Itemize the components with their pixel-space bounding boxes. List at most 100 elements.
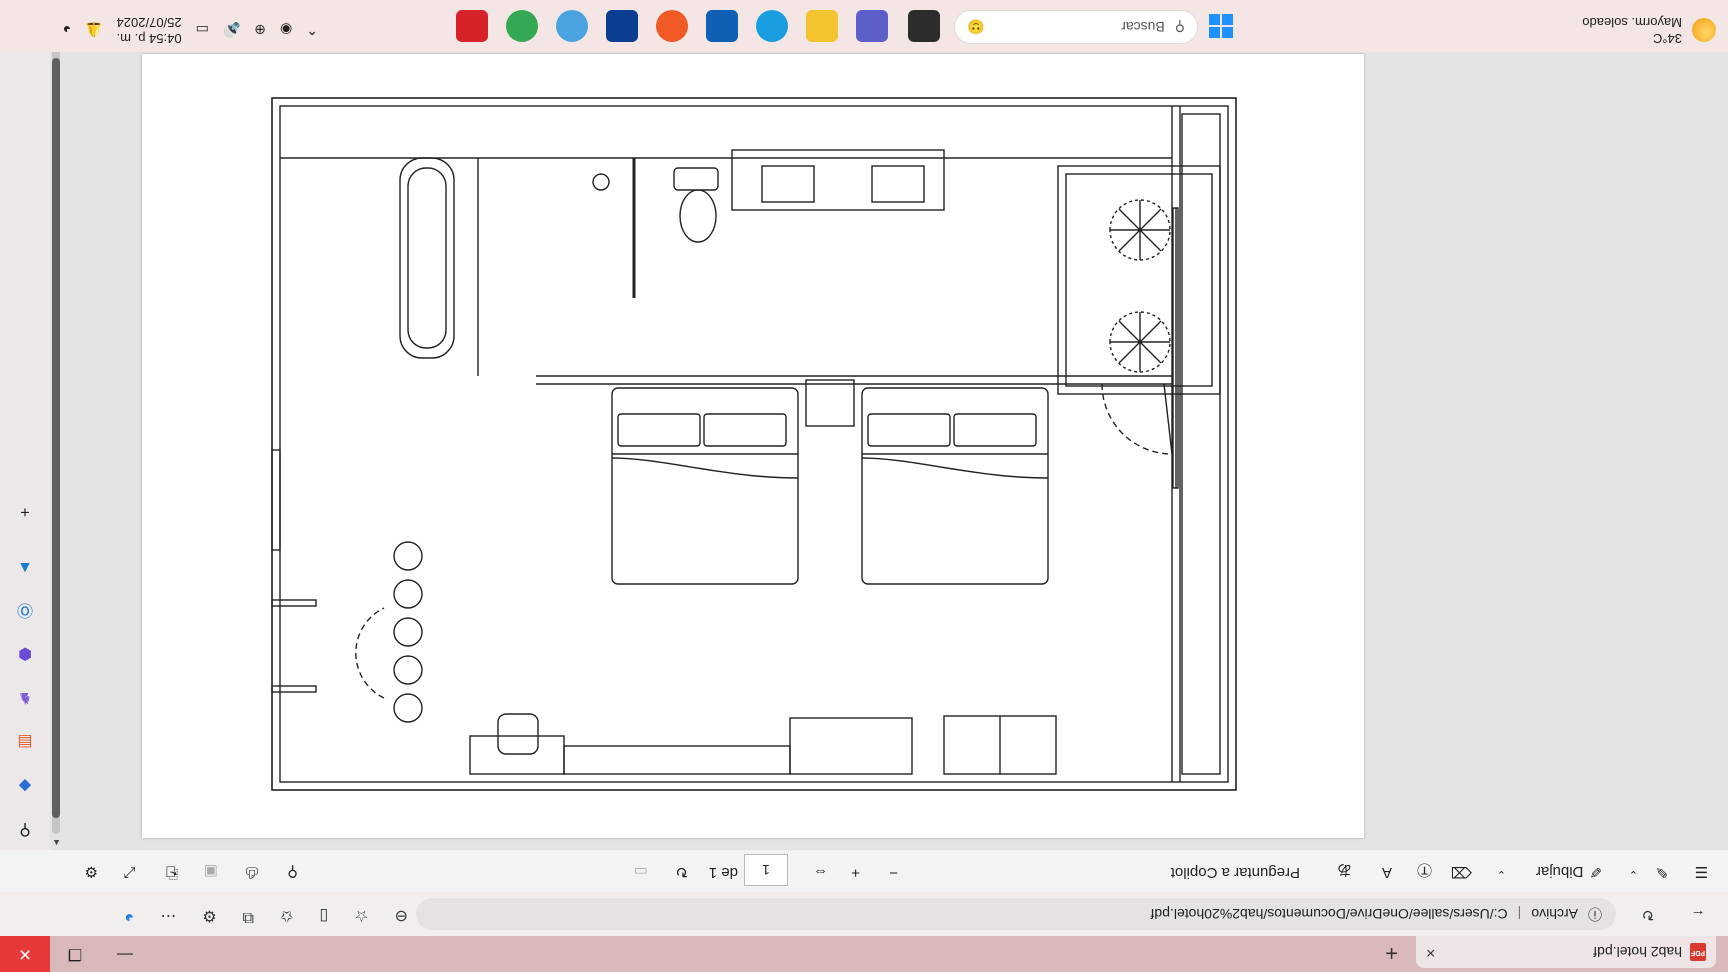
erase-icon[interactable]: ⌫ (1451, 863, 1472, 881)
tab-close-button[interactable]: × (1426, 943, 1435, 961)
app-files-icon[interactable] (806, 10, 838, 42)
tray-language-icon[interactable]: ⊕ (254, 22, 266, 39)
save-icon[interactable]: ▣ (204, 863, 218, 881)
pdf-file-icon: PDF (1690, 943, 1706, 961)
info-icon[interactable]: ⓘ (1588, 904, 1602, 924)
clock-date: 25/07/2024 (116, 15, 182, 30)
app-chrome-profile-icon[interactable] (506, 10, 538, 42)
search-placeholder: Buscar (1121, 19, 1165, 35)
pillow (617, 413, 701, 447)
tools-icon[interactable]: ▤ (12, 728, 38, 754)
notification-bell-icon[interactable]: 🔔 (85, 22, 102, 39)
app-teams-icon[interactable] (856, 10, 888, 42)
read-aloud-icon[interactable]: A (1382, 864, 1392, 881)
address-url: C:/Users/sallee/OneDrive/Documentos/hab2… (1150, 906, 1508, 922)
close-window-button[interactable]: ✕ (0, 936, 50, 972)
start-button[interactable] (1209, 14, 1233, 38)
tray-battery-icon[interactable]: ▭ (196, 22, 209, 39)
pillow (867, 413, 951, 447)
page-view-icon[interactable]: ▭ (634, 863, 648, 881)
vertical-scrollbar[interactable]: ▲ ▼ (50, 2, 62, 848)
highlight-dropdown-icon[interactable]: ⌄ (1629, 868, 1638, 881)
app-edge-icon[interactable] (756, 10, 788, 42)
tray-eye-icon[interactable]: ◉ (280, 22, 292, 39)
pillow (703, 413, 787, 447)
drop-icon[interactable]: ▲ (12, 554, 38, 580)
app-ps-icon[interactable] (606, 10, 638, 42)
pdf-settings-icon[interactable]: ⚙ (85, 863, 98, 881)
print-icon[interactable]: ⎙ (246, 864, 258, 881)
minimize-button[interactable]: — (100, 936, 150, 972)
m365-icon[interactable]: ⬢ (12, 640, 38, 666)
app-store-icon[interactable] (706, 10, 738, 42)
tray-chevron-icon[interactable]: ⌃ (306, 22, 318, 39)
new-tab-button[interactable]: + (1385, 940, 1398, 966)
tab-title: hab2 hotel.pdf (1593, 944, 1682, 960)
add-sidebar-icon[interactable]: + (12, 498, 38, 524)
back-icon[interactable]: ← (1688, 904, 1708, 924)
weather-widget[interactable]: 34°C Mayorm. soleado (1582, 14, 1716, 46)
toilet-tank (673, 167, 719, 191)
games-icon[interactable]: ♞ (12, 684, 38, 710)
translate-icon[interactable]: あ (1337, 860, 1352, 881)
favorites-icon[interactable]: ✩ (280, 906, 293, 926)
search-pdf-icon[interactable]: ⚲ (287, 863, 298, 881)
browser-titlebar: PDF hab2 hotel.pdf × + — ❐ ✕ (0, 936, 1728, 972)
draw-icon: ✐ (1589, 863, 1602, 880)
address-bar[interactable]: ⓘ Archivo | C:/Users/sallee/OneDrive/Doc… (416, 898, 1616, 930)
save-as-icon[interactable]: ⎗ (166, 864, 178, 881)
favorite-star-icon[interactable]: ☆ (354, 906, 368, 926)
copilot-ask-button[interactable]: Preguntar a Copilot (1171, 864, 1300, 881)
nightstand (805, 379, 855, 427)
draw-dropdown-icon[interactable]: ⌄ (1497, 868, 1506, 881)
pillow (953, 413, 1037, 447)
clock-time: 04:54 p. m. (116, 31, 182, 46)
highlight-icon[interactable]: ✎ (1655, 863, 1668, 881)
copilot-taskbar-icon[interactable]: ◕ (63, 22, 71, 38)
fit-width-icon[interactable]: ⇔ (813, 864, 828, 881)
shower-head (592, 173, 610, 191)
taskbar-search[interactable]: ⚲ Buscar 🙂 (954, 10, 1198, 44)
outer-wall-outer (271, 97, 1237, 791)
clock[interactable]: 04:54 p. m. 25/07/2024 (117, 14, 182, 46)
collections-icon[interactable]: ⧉ (243, 906, 254, 926)
page-number-input[interactable]: 1 (744, 854, 788, 886)
sink-right (761, 165, 815, 203)
app-terminal-icon[interactable] (908, 10, 940, 42)
app-acrobat-icon[interactable] (456, 10, 488, 42)
add-text-icon[interactable]: Ⓣ (1417, 860, 1432, 881)
bed-left (611, 387, 799, 585)
weather-temp: 34°C (1652, 31, 1682, 46)
app-firefox-icon[interactable] (656, 10, 688, 42)
reading-mode-icon[interactable]: ⊖ (395, 906, 408, 926)
app-chrome-icon[interactable] (556, 10, 588, 42)
entry-door-swing (355, 607, 385, 699)
zoom-in-button[interactable]: + (851, 864, 860, 881)
scroll-up-icon[interactable]: ▲ (52, 838, 61, 848)
copilot-icon[interactable]: ◕ (125, 906, 135, 926)
entry-door-frame (271, 685, 317, 693)
page-total: de 1 (708, 864, 738, 881)
page-number-box[interactable]: 1 (744, 854, 788, 886)
maximize-button[interactable]: ❐ (50, 936, 100, 972)
outlook-icon[interactable]: Ⓞ (12, 596, 38, 622)
rotate-icon[interactable]: ↻ (675, 863, 688, 881)
fullscreen-icon[interactable]: ⤢ (124, 864, 136, 881)
tab-hab2-hotel[interactable]: PDF hab2 hotel.pdf × (1416, 936, 1716, 968)
tray-volume-icon[interactable]: 🔊 (223, 22, 240, 39)
weather-sun-icon (1692, 18, 1716, 42)
system-tray: ⌃ ◉ ⊕ 🔊 ▭ 04:54 p. m. 25/07/2024 🔔 ◕ (63, 14, 318, 46)
extensions-icon[interactable]: ⚙ (202, 906, 216, 926)
outer-wall-inner (279, 105, 1229, 783)
draw-button[interactable]: ✐ Dibujar (1536, 863, 1602, 881)
scroll-thumb[interactable] (52, 58, 60, 818)
shopping-icon[interactable]: ◆ (12, 772, 38, 798)
bed-right (861, 387, 1049, 585)
draw-label: Dibujar (1535, 863, 1584, 881)
zoom-out-button[interactable]: − (889, 864, 898, 881)
search-sidebar-icon[interactable]: ⚲ (12, 816, 38, 842)
more-menu-icon[interactable]: ⋯ (160, 906, 176, 926)
refresh-icon[interactable]: ↻ (1638, 904, 1658, 924)
split-screen-icon[interactable]: ▯ (319, 906, 328, 926)
contents-icon[interactable]: ☰ (1695, 863, 1708, 881)
